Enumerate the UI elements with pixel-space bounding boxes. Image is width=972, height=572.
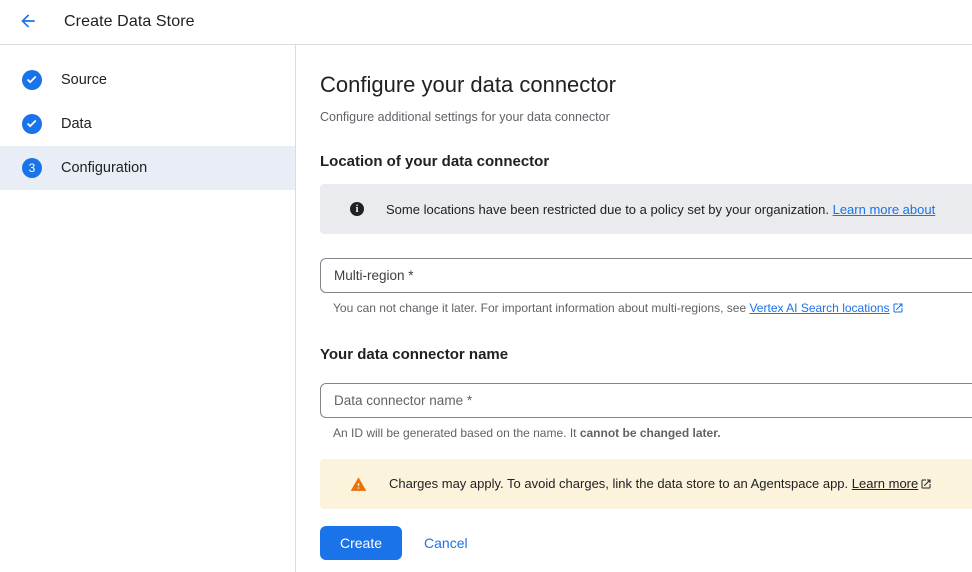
page-header: Create Data Store (0, 0, 972, 45)
step-configuration[interactable]: 3 Configuration (0, 146, 295, 190)
step-label: Source (61, 72, 107, 88)
banner-message: Some locations have been restricted due … (386, 202, 935, 217)
page-title: Create Data Store (64, 13, 195, 31)
location-restriction-banner: i Some locations have been restricted du… (320, 184, 972, 234)
vertex-ai-search-locations-link[interactable]: Vertex AI Search locations (749, 301, 903, 315)
step-label: Configuration (61, 160, 147, 176)
open-in-new-icon (920, 478, 932, 493)
warning-icon (350, 476, 367, 493)
create-button[interactable]: Create (320, 526, 402, 560)
form-actions: Create Cancel (320, 526, 972, 560)
form-title: Configure your data connector (320, 72, 972, 98)
form-subtitle: Configure additional settings for your d… (320, 110, 972, 124)
banner-message: Charges may apply. To avoid charges, lin… (389, 476, 932, 493)
region-helper-text: You can not change it later. For importa… (320, 301, 972, 317)
step-number-icon: 3 (22, 158, 42, 178)
check-circle-icon (22, 70, 42, 90)
info-icon: i (350, 202, 364, 216)
charges-warning-banner: Charges may apply. To avoid charges, lin… (320, 459, 972, 509)
main-panel: Configure your data connector Configure … (296, 45, 972, 572)
name-helper-text: An ID will be generated based on the nam… (320, 426, 972, 440)
arrow-back-icon (18, 11, 38, 34)
location-section-heading: Location of your data connector (320, 153, 972, 170)
multi-region-field[interactable] (320, 258, 972, 293)
learn-more-restrictions-link[interactable]: Learn more about (833, 202, 936, 217)
back-button[interactable] (16, 10, 40, 34)
data-connector-name-input[interactable] (320, 383, 972, 418)
stepper-sidebar: Source Data 3 Configuration (0, 45, 296, 572)
cancel-button[interactable]: Cancel (424, 535, 468, 551)
step-source[interactable]: Source (0, 58, 295, 102)
step-label: Data (61, 116, 92, 132)
check-circle-icon (22, 114, 42, 134)
step-data[interactable]: Data (0, 102, 295, 146)
name-section-heading: Your data connector name (320, 346, 972, 363)
open-in-new-icon (892, 303, 904, 317)
learn-more-charges-link[interactable]: Learn more (852, 476, 918, 491)
